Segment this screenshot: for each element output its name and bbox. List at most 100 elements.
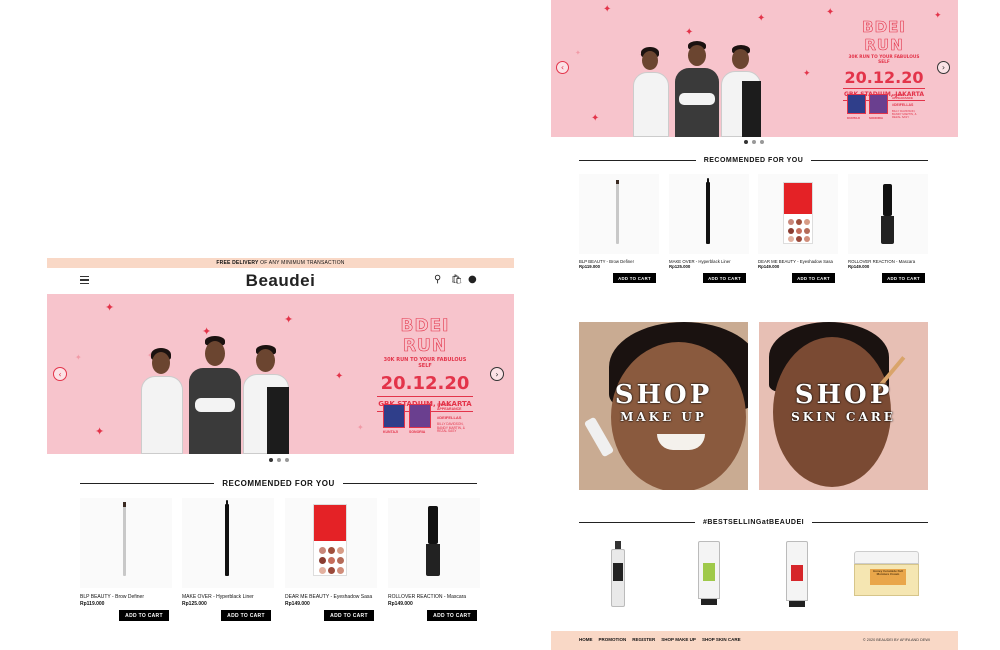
model-person	[631, 45, 671, 137]
footer-link-promotion[interactable]: PROMOTION	[599, 637, 627, 642]
add-to-cart-button[interactable]: ADD TO CART	[613, 273, 656, 283]
next-slide-button[interactable]: ›	[937, 61, 950, 74]
sparkle-icon: ✦	[357, 423, 364, 432]
sparkle-icon: ✦	[591, 113, 600, 124]
product-name[interactable]: MAKE OVER - Hyperblack Liner	[182, 594, 274, 600]
product-card[interactable]: DEAR ME BEAUTY - Eyeshadow Sasa Rp149.00…	[285, 498, 377, 607]
footer-link-shop-makeup[interactable]: SHOP MAKE UP	[661, 637, 696, 642]
product-image-liner[interactable]	[182, 498, 274, 588]
product-image-liner[interactable]	[669, 174, 749, 254]
add-to-cart-button[interactable]: ADD TO CART	[427, 610, 477, 621]
bestseller-toner[interactable]	[611, 541, 625, 608]
product-image-mascara[interactable]	[848, 174, 928, 254]
footer-link-home[interactable]: HOME	[579, 637, 593, 642]
guest-thumbnail	[409, 404, 431, 428]
jar-label: Honey Ceramide Full Moisture Cream	[873, 570, 903, 577]
hero-banner[interactable]: ✦ ✦ ✦ ✦ ✦ ✦ ✦ ✦ ✦ ‹ › BDEI RUN 30	[551, 0, 958, 137]
delivery-bold: FREE DELIVERY	[216, 260, 259, 266]
homepage-mockup-left: FREE DELIVERY OF ANY MINIMUM TRANSACTION…	[47, 258, 514, 650]
add-to-cart-button[interactable]: ADD TO CART	[792, 273, 835, 283]
thumb-label-a: KUNTAJI	[383, 430, 398, 434]
guest-names: BILLY DAVIDSON, BANDY MARTIN, & REZAL SA…	[892, 109, 917, 120]
footer-link-register[interactable]: REGISTER	[632, 637, 655, 642]
add-to-cart-button[interactable]: ADD TO CART	[703, 273, 746, 283]
copyright-text: © 2020 BEAUDEI BY AFIFA AND DEWI	[862, 638, 930, 642]
promo-subtitle: SKIN CARE	[791, 410, 896, 424]
model-person	[187, 336, 243, 454]
bestseller-jar[interactable]: Honey Ceramide Full Moisture Cream	[854, 551, 919, 596]
hero-banner[interactable]: ✦ ✦ ✦ ✦ ✦ ✦ ✦ ✦ ‹ › BDEI RUN	[47, 294, 514, 454]
event-title: BDEI RUN	[400, 316, 450, 357]
model-person	[673, 41, 721, 137]
bestselling-heading: #BESTSELLINGatBEAUDEI	[579, 519, 928, 526]
event-title: BDEI RUN	[862, 18, 906, 55]
site-logo[interactable]: Beaudei	[47, 271, 514, 291]
sparkle-icon: ✦	[95, 425, 105, 438]
model-person	[139, 344, 185, 454]
product-image-mascara[interactable]	[388, 498, 480, 588]
cart-icon[interactable]: 🛍	[451, 275, 462, 285]
product-name[interactable]: ROLLOVER REACTION - Mascara	[388, 594, 480, 600]
event-date: 20.12.20	[380, 373, 470, 394]
product-card[interactable]: DEAR ME BEAUTY - Eyeshadow Sasa Rp149.00…	[758, 174, 838, 269]
special-label: SPECIAL APPEARANCE	[437, 403, 462, 411]
product-card[interactable]: BLP BEAUTY - Brow Definer Rp119.000	[80, 498, 172, 607]
carousel-dot[interactable]	[744, 140, 748, 144]
shop-skincare-tile[interactable]: SHOP SKIN CARE	[759, 322, 928, 490]
guest-group: #DEIFELLAS	[892, 103, 914, 107]
event-subtitle: 30K RUN TO YOUR FABULOUS SELF	[848, 55, 920, 65]
product-card[interactable]: ROLLOVER REACTION - Mascara Rp149.000	[848, 174, 928, 269]
product-price: Rp125.000	[182, 601, 207, 607]
product-price: Rp149.000	[758, 264, 780, 269]
recommended-title: RECOMMENDED FOR YOU	[703, 157, 804, 164]
product-card[interactable]: MAKE OVER - Hyperblack Liner Rp125.000	[669, 174, 749, 269]
sparkle-icon: ✦	[105, 301, 115, 314]
product-image-palette[interactable]	[758, 174, 838, 254]
search-icon[interactable]: ⚲	[434, 274, 441, 285]
sparkle-icon: ✦	[75, 353, 82, 362]
add-to-cart-button[interactable]: ADD TO CART	[221, 610, 271, 621]
guest-thumbnail	[847, 94, 866, 114]
product-image-brow[interactable]	[80, 498, 172, 588]
add-to-cart-button[interactable]: ADD TO CART	[882, 273, 925, 283]
product-image-brow[interactable]	[579, 174, 659, 254]
recommended-heading: RECOMMENDED FOR YOU	[579, 157, 929, 164]
thumb-label-a: KUNTAJI	[847, 116, 860, 120]
product-name[interactable]: DEAR ME BEAUTY - Eyeshadow Sasa	[285, 594, 377, 600]
footer-link-shop-skincare[interactable]: SHOP SKIN CARE	[702, 637, 741, 642]
carousel-dots[interactable]	[269, 458, 289, 462]
sparkle-icon: ✦	[284, 313, 294, 326]
bestseller-tube-red[interactable]	[786, 541, 808, 607]
product-card[interactable]: BLP BEAUTY - Brow Definer Rp119.000	[579, 174, 659, 269]
product-image-palette[interactable]	[285, 498, 377, 588]
carousel-dot[interactable]	[752, 140, 756, 144]
add-to-cart-button[interactable]: ADD TO CART	[324, 610, 374, 621]
bestseller-tube-green[interactable]	[698, 541, 720, 605]
product-card[interactable]: ROLLOVER REACTION - Mascara Rp149.000	[388, 498, 480, 607]
shop-makeup-tile[interactable]: SHOP MAKE UP	[579, 322, 748, 490]
carousel-dot[interactable]	[760, 140, 764, 144]
carousel-dots[interactable]	[744, 140, 764, 144]
prev-slide-button[interactable]: ‹	[53, 367, 67, 381]
next-slide-button[interactable]: ›	[490, 367, 504, 381]
model-person	[241, 342, 291, 454]
delivery-rest: OF ANY MINIMUM TRANSACTION	[258, 260, 345, 266]
sparkle-icon: ✦	[685, 27, 694, 38]
event-info: BDEI RUN 30K RUN TO YOUR FABULOUS SELF 2…	[843, 18, 925, 101]
product-price: Rp149.000	[848, 264, 870, 269]
product-card[interactable]: MAKE OVER - Hyperblack Liner Rp125.000	[182, 498, 274, 607]
guest-names: BILLY DAVIDSON, BANDY MARTIN, & REZAL SA…	[437, 422, 465, 434]
carousel-dot[interactable]	[285, 458, 289, 462]
carousel-dot[interactable]	[277, 458, 281, 462]
prev-slide-button[interactable]: ‹	[556, 61, 569, 74]
guest-group: #DEIFELLAS	[437, 415, 462, 420]
add-to-cart-button[interactable]: ADD TO CART	[119, 610, 169, 621]
carousel-dot[interactable]	[269, 458, 273, 462]
event-subtitle: 30K RUN TO YOUR FABULOUS SELF	[383, 357, 467, 369]
recommended-heading: RECOMMENDED FOR YOU	[80, 479, 477, 488]
product-name[interactable]: BLP BEAUTY - Brow Definer	[80, 594, 172, 600]
user-icon[interactable]: ●	[468, 274, 477, 285]
event-date: 20.12.20	[844, 68, 924, 87]
product-price: Rp149.000	[285, 601, 310, 607]
sparkle-icon: ✦	[826, 7, 835, 18]
